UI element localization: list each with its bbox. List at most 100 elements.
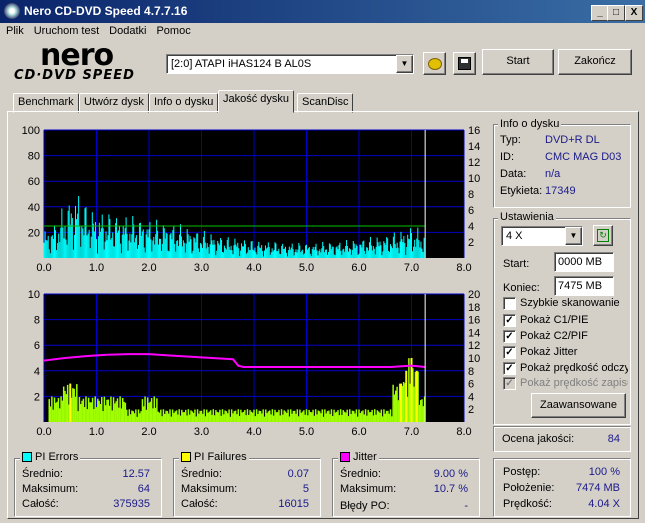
close-button[interactable]: Zakończ <box>558 49 632 75</box>
show-c2-pif-label: Pokaż C2/PIF <box>520 330 588 342</box>
x-tick-label: 2.0 <box>141 262 156 274</box>
quality-label: Ocena jakości: <box>502 433 575 445</box>
y-tick-label: 4 <box>34 366 40 378</box>
menu-uruchom-test[interactable]: Uruchom test <box>28 23 103 37</box>
x-tick-label: 3.0 <box>194 426 209 438</box>
x-tick-label: 7.0 <box>404 426 419 438</box>
speed-select[interactable]: 4 X ▼ <box>501 226 583 246</box>
tab-utworz-dysk[interactable]: Utwórz dysk <box>79 93 149 113</box>
tab-scandisc[interactable]: ScanDisc <box>297 93 354 113</box>
pi-failures-avg: 0.07 <box>287 468 309 480</box>
x-tick-label: 7.0 <box>404 262 419 274</box>
y2-tick-label: 8 <box>468 366 474 378</box>
speed-value: 4.04 X <box>588 498 620 510</box>
eject-button[interactable] <box>423 52 446 75</box>
pi-errors-max-label: Maksimum: <box>22 483 79 495</box>
save-button[interactable] <box>453 52 476 75</box>
disc-date-value: n/a <box>545 168 561 180</box>
pi-errors-max: 64 <box>137 483 150 495</box>
jitter-swatch <box>340 452 350 462</box>
start-button[interactable]: Start <box>482 49 554 75</box>
progress-label: Postęp: <box>503 466 541 478</box>
settings-title: Ustawienia <box>498 211 556 223</box>
y2-tick-label: 14 <box>468 141 480 153</box>
quick-scan-label: Szybkie skanowanie <box>520 297 620 309</box>
pi-errors-swatch <box>22 452 32 462</box>
y2-tick-label: 2 <box>468 237 474 249</box>
show-c2-pif-checkbox[interactable]: ✓ <box>503 330 516 343</box>
maximize-button[interactable]: □ <box>607 5 625 21</box>
pi-failures-chart: 0.0 1.0 2.0 3.0 4.0 5.0 6.0 7.0 8.0 2 4 6 8 10 2 4 6 8 10 1… <box>8 284 490 446</box>
show-read-speed-checkbox[interactable]: ✓ <box>503 362 516 375</box>
show-jitter-checkbox[interactable]: ✓ <box>503 346 516 359</box>
y2-tick-label: 2 <box>468 404 474 416</box>
tab-jakosc-dysku[interactable]: Jakość dysku <box>218 90 295 113</box>
y-tick-label: 6 <box>34 340 40 352</box>
position-label: Położenie: <box>503 482 555 494</box>
y2-tick-label: 4 <box>468 391 474 403</box>
pi-failures-title: PI Failures <box>194 451 247 463</box>
x-tick-label: 0.0 <box>36 426 51 438</box>
y2-tick-label: 8 <box>468 189 474 201</box>
drive-select[interactable]: [2:0] ATAPI iHAS124 B AL0S ▼ <box>166 54 414 74</box>
end-input[interactable]: 7475 MB <box>554 276 614 296</box>
disc-label-label: Etykieta: <box>500 185 543 197</box>
jitter-avg: 9.00 % <box>433 468 468 480</box>
speed-select-value: 4 X <box>506 230 523 242</box>
refresh-button[interactable]: ↻ <box>593 225 613 246</box>
advanced-button[interactable]: Zaawansowane <box>531 393 626 418</box>
chevron-down-icon[interactable]: ▼ <box>396 55 413 73</box>
speed-label: Prędkość: <box>503 498 552 510</box>
start-input[interactable]: 0000 MB <box>554 252 614 272</box>
x-tick-label: 2.0 <box>141 426 156 438</box>
y2-tick-label: 20 <box>468 289 480 301</box>
jitter-po-label: Błędy PO: <box>340 500 390 512</box>
pi-failures-max: 5 <box>302 483 309 495</box>
x-tick-label: 6.0 <box>351 426 366 438</box>
x-tick-label: 4.0 <box>246 262 261 274</box>
show-write-speed-checkbox: ✓ <box>503 377 516 390</box>
x-tick-label: 6.0 <box>351 262 366 274</box>
menu-plik[interactable]: Plik <box>0 23 28 37</box>
y-tick-label: 10 <box>28 289 40 301</box>
x-tick-label: 5.0 <box>299 426 314 438</box>
close-window-button[interactable]: X <box>625 5 643 21</box>
y-tick-label: 60 <box>28 176 40 188</box>
quick-scan-checkbox[interactable] <box>503 297 516 310</box>
floppy-icon <box>458 57 471 70</box>
pi-errors-avg-label: Średnio: <box>22 468 63 480</box>
y2-tick-label: 14 <box>468 327 480 339</box>
tab-info-o-dysku[interactable]: Info o dysku <box>149 93 219 113</box>
pi-errors-total: 375935 <box>113 498 150 510</box>
y2-tick-label: 12 <box>468 340 480 352</box>
y2-tick-label: 18 <box>468 302 480 314</box>
disc-label-value: 17349 <box>545 185 576 197</box>
start-input-value: 0000 MB <box>558 256 603 268</box>
chevron-down-icon[interactable]: ▼ <box>565 227 582 245</box>
pi-errors-header: PI Errors <box>20 451 81 463</box>
menu-pomoc[interactable]: Pomoc <box>150 23 194 37</box>
tab-benchmark[interactable]: Benchmark <box>13 93 79 113</box>
show-c1-pie-checkbox[interactable]: ✓ <box>503 314 516 327</box>
pi-failures-total: 16015 <box>278 498 309 510</box>
y-tick-label: 80 <box>28 151 40 163</box>
jitter-max-label: Maksimum: <box>340 483 397 495</box>
disc-type-value: DVD+R DL <box>545 134 600 146</box>
disc-info-icon <box>428 58 442 70</box>
y2-tick-label: 6 <box>468 379 474 391</box>
menu-dodatki[interactable]: Dodatki <box>103 23 150 37</box>
x-tick-label: 0.0 <box>36 262 51 274</box>
disc-id-label: ID: <box>500 151 515 163</box>
drive-select-value: [2:0] ATAPI iHAS124 B AL0S <box>171 58 312 70</box>
x-tick-label: 3.0 <box>194 262 209 274</box>
y2-tick-label: 6 <box>468 205 474 217</box>
end-label: Koniec: <box>503 282 540 294</box>
pi-failures-total-label: Całość: <box>181 498 218 510</box>
jitter-po: - <box>464 500 468 512</box>
y2-tick-label: 16 <box>468 125 480 137</box>
show-jitter-label: Pokaż Jitter <box>520 346 578 358</box>
pi-errors-title: PI Errors <box>35 451 79 463</box>
position-value: 7474 MB <box>575 482 620 494</box>
y2-tick-label: 4 <box>468 221 474 233</box>
y-tick-label: 2 <box>34 391 40 403</box>
